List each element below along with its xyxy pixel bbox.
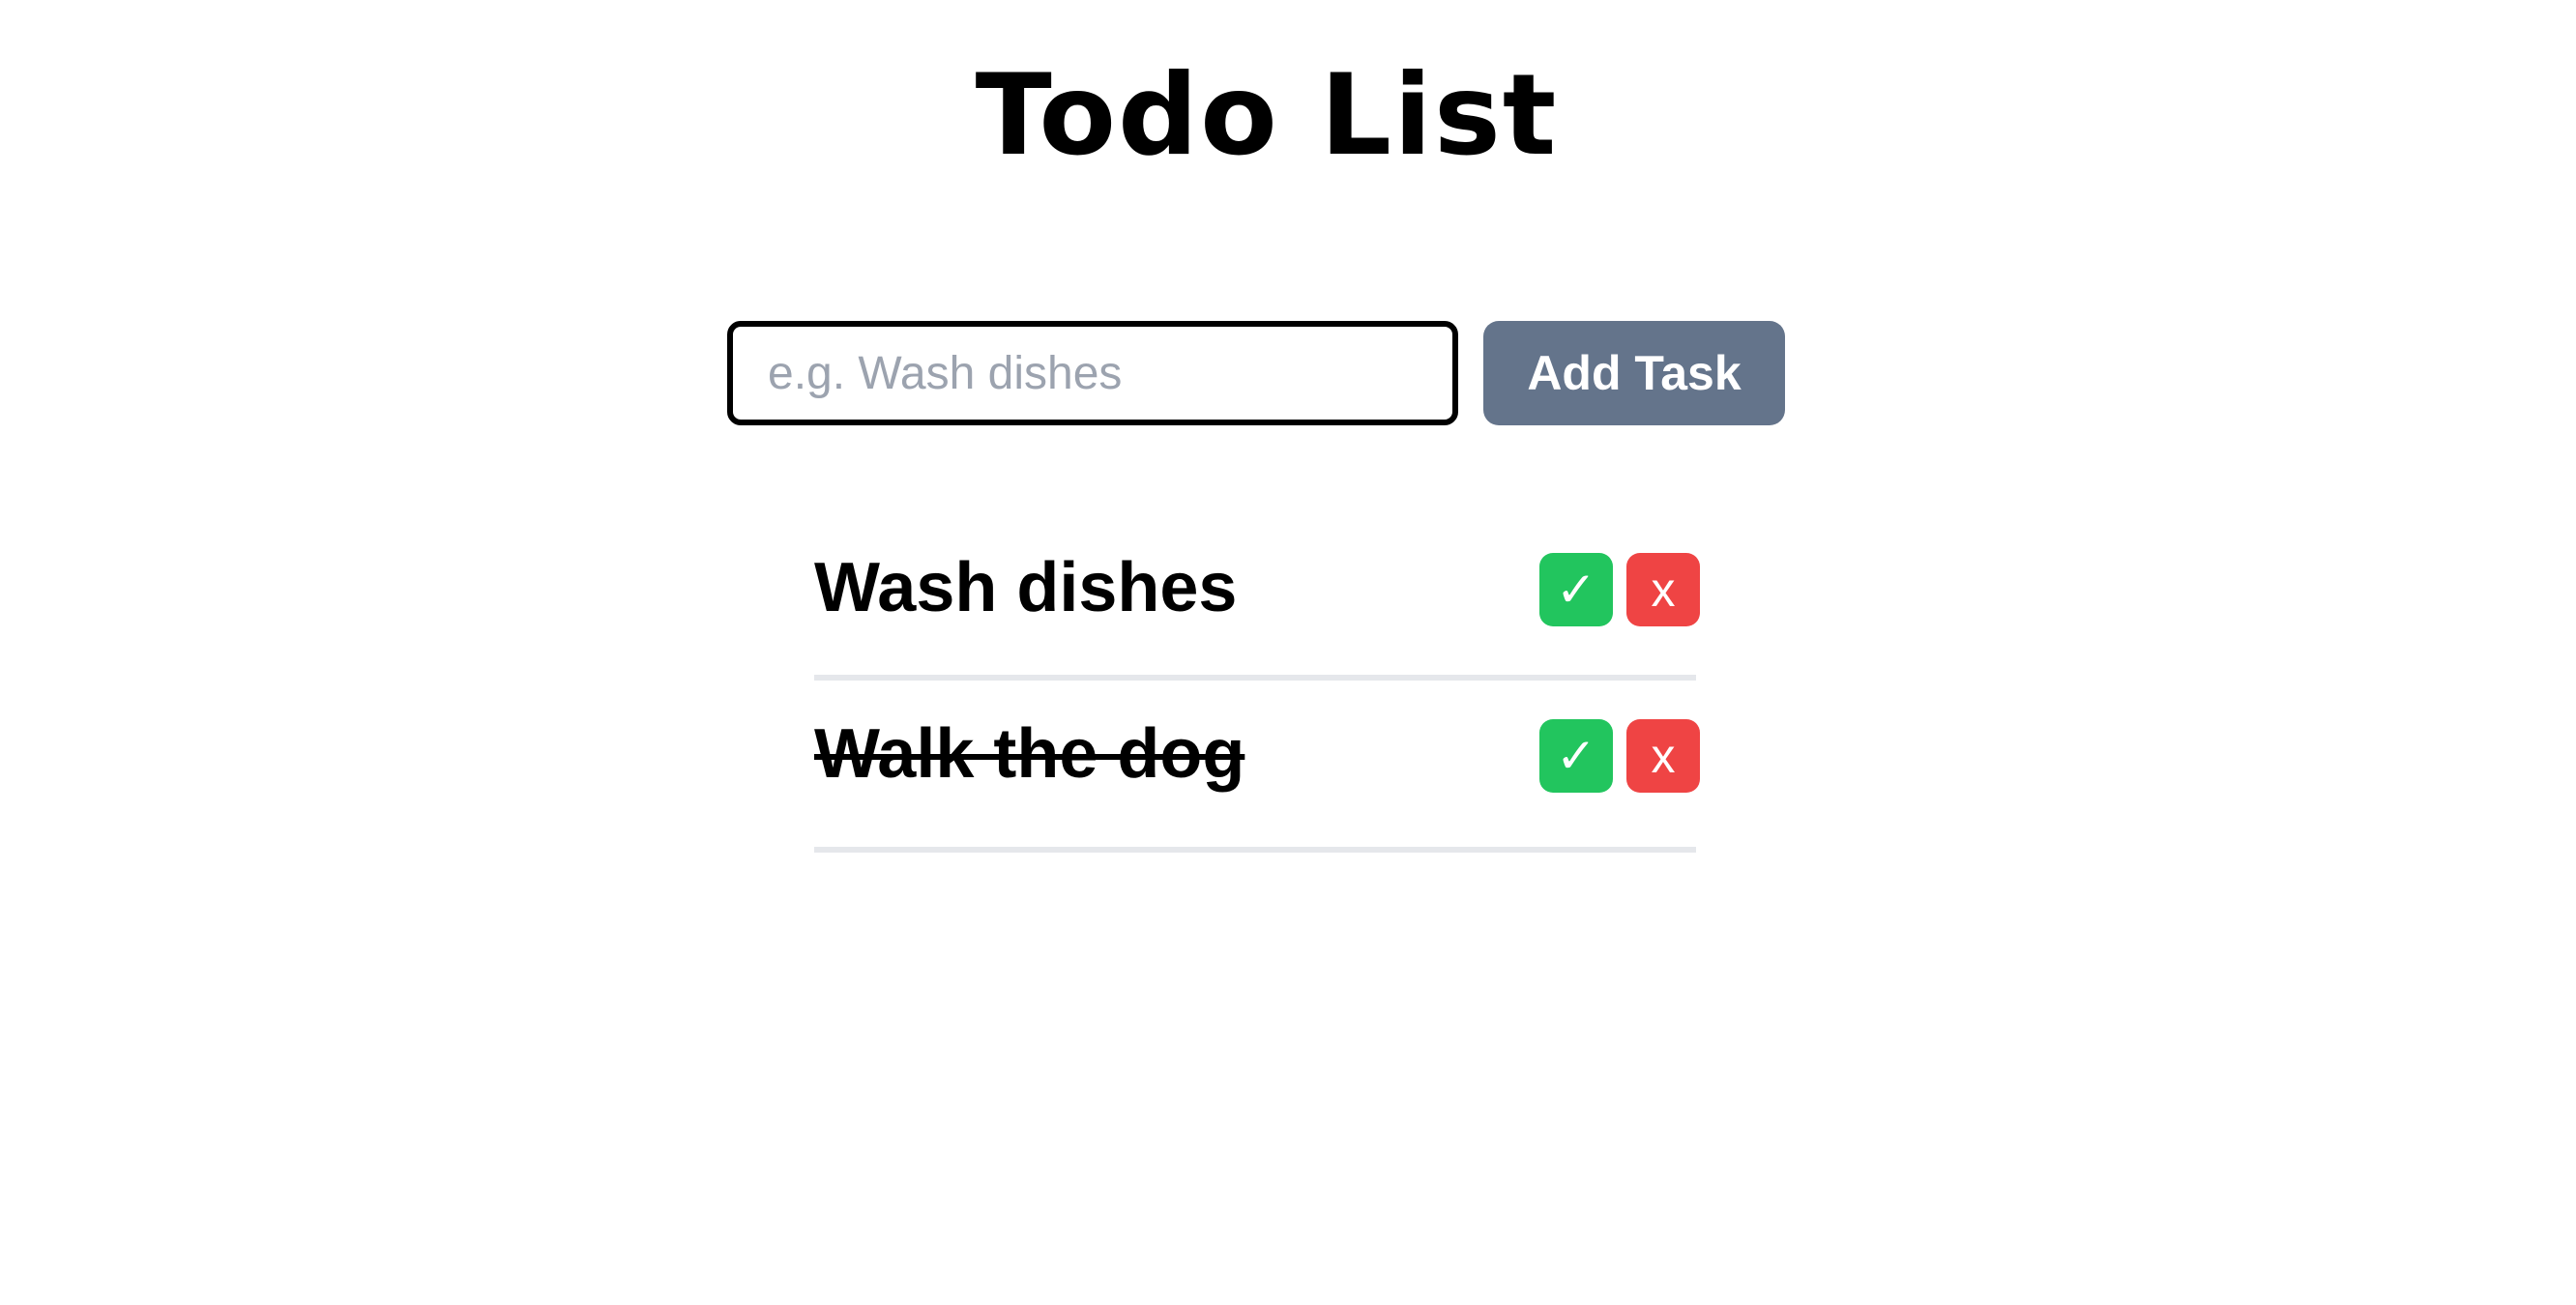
add-task-button[interactable]: Add Task bbox=[1483, 321, 1785, 425]
task-text: Walk the dog bbox=[814, 715, 1245, 793]
delete-task-button[interactable]: x bbox=[1626, 719, 1700, 793]
task-item: Walk the dog ✓ x bbox=[814, 681, 1700, 853]
close-icon: x bbox=[1651, 563, 1676, 617]
delete-task-button[interactable]: x bbox=[1626, 553, 1700, 626]
close-icon: x bbox=[1651, 729, 1676, 783]
complete-task-button[interactable]: ✓ bbox=[1539, 719, 1613, 793]
complete-task-button[interactable]: ✓ bbox=[1539, 553, 1613, 626]
page-title: Todo List bbox=[975, 50, 1559, 181]
checkmark-icon: ✓ bbox=[1556, 728, 1596, 784]
task-item: Wash dishes ✓ x bbox=[814, 510, 1700, 681]
task-text: Wash dishes bbox=[814, 549, 1238, 626]
checkmark-icon: ✓ bbox=[1556, 562, 1596, 618]
task-input[interactable] bbox=[727, 321, 1458, 425]
task-list: Wash dishes ✓ x Walk the dog ✓ x bbox=[814, 510, 1700, 853]
